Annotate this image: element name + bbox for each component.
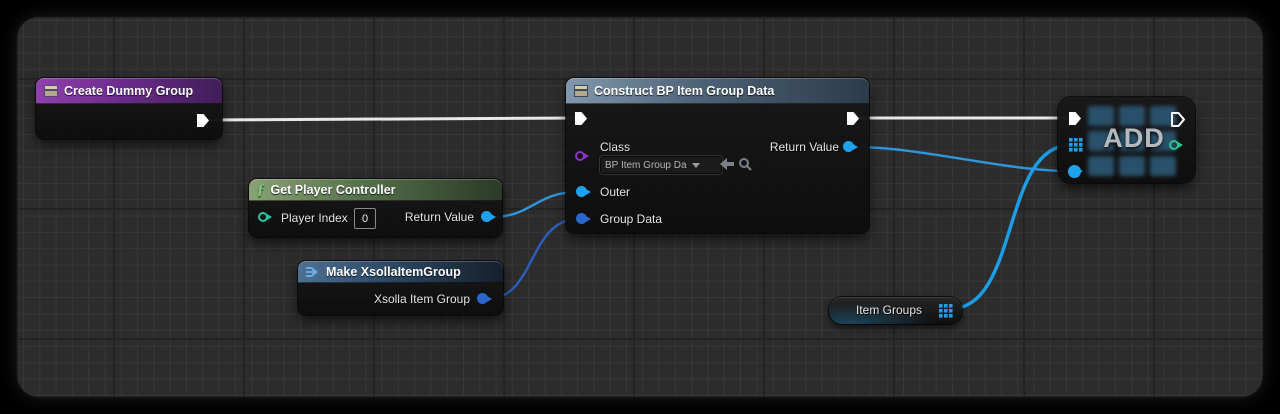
return-value-label: Return Value xyxy=(405,210,474,224)
group-data-pin-label: Group Data xyxy=(600,212,662,226)
use-selected-arrow-icon[interactable] xyxy=(720,158,734,170)
node-construct-bp-item-group-data[interactable]: Construct BP Item Group Data Class BP It… xyxy=(566,78,869,233)
node-get-player-controller[interactable]: ƒ Get Player Controller Player Index 0 R… xyxy=(249,179,502,237)
node-make-xsolla-item-group[interactable]: Make XsollaItemGroup Xsolla Item Group xyxy=(298,261,503,315)
exec-output-pin[interactable] xyxy=(1171,112,1185,127)
class-select-value: BP Item Group Da xyxy=(605,160,687,171)
xsolla-item-group-pin[interactable] xyxy=(477,293,488,304)
return-index-pin[interactable] xyxy=(1169,140,1179,150)
node-title: Get Player Controller xyxy=(271,183,396,197)
node-title: Construct BP Item Group Data xyxy=(594,84,774,98)
wire-exec-create-to-construct[interactable] xyxy=(209,118,578,120)
node-array-add[interactable]: ADD xyxy=(1058,97,1195,183)
screenshot-stage: Create Dummy Group Construct BP Item Gro… xyxy=(0,0,1280,414)
exec-output-pin[interactable] xyxy=(846,111,860,126)
return-value-label: Return Value xyxy=(770,140,839,154)
browse-magnifier-icon[interactable] xyxy=(738,157,752,171)
node-box-icon xyxy=(44,85,58,97)
node-box-icon xyxy=(574,85,588,97)
blueprint-graph-canvas[interactable]: Create Dummy Group Construct BP Item Gro… xyxy=(18,18,1262,396)
class-pin-label: Class xyxy=(600,140,630,154)
node-header[interactable]: Construct BP Item Group Data xyxy=(566,78,869,104)
outer-pin-label: Outer xyxy=(600,185,630,199)
item-groups-array-pin[interactable] xyxy=(939,304,953,318)
wire-returnvalue-to-add-item[interactable] xyxy=(854,147,1071,171)
make-struct-icon xyxy=(306,266,320,278)
node-item-groups-getter[interactable]: Item Groups xyxy=(829,297,962,324)
exec-input-pin[interactable] xyxy=(574,111,588,126)
class-select-dropdown[interactable]: BP Item Group Da xyxy=(600,156,722,174)
xsolla-item-group-label: Xsolla Item Group xyxy=(374,292,470,306)
node-header[interactable]: Create Dummy Group xyxy=(36,78,222,104)
player-index-pin[interactable] xyxy=(258,212,268,222)
node-header[interactable]: ƒ Get Player Controller xyxy=(249,179,502,201)
exec-input-pin[interactable] xyxy=(1068,111,1082,126)
function-icon: ƒ xyxy=(257,183,265,198)
item-groups-label: Item Groups xyxy=(845,303,933,317)
return-value-pin[interactable] xyxy=(481,211,492,222)
new-item-pin[interactable] xyxy=(1068,165,1081,178)
player-index-input[interactable]: 0 xyxy=(354,208,376,229)
node-create-dummy-group[interactable]: Create Dummy Group xyxy=(36,78,222,139)
player-index-label: Player Index xyxy=(281,211,348,225)
node-title: Create Dummy Group xyxy=(64,84,193,98)
dropdown-caret-icon xyxy=(692,163,700,172)
node-header[interactable]: Make XsollaItemGroup xyxy=(298,261,503,283)
group-data-pin[interactable] xyxy=(576,213,587,224)
target-array-pin[interactable] xyxy=(1069,138,1083,152)
node-title: Make XsollaItemGroup xyxy=(326,265,461,279)
add-node-label: ADD xyxy=(1088,123,1180,154)
exec-output-pin[interactable] xyxy=(196,113,210,128)
outer-pin[interactable] xyxy=(576,186,587,197)
class-pin[interactable] xyxy=(575,151,585,161)
return-value-pin[interactable] xyxy=(843,141,854,152)
